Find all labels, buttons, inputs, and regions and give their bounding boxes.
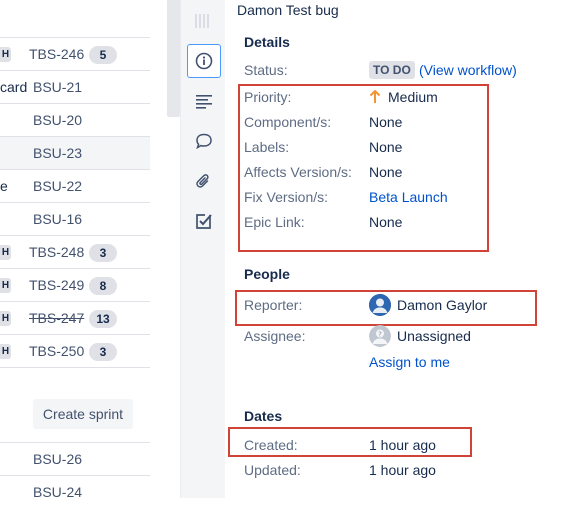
- issue-key[interactable]: BSU-22: [33, 178, 82, 194]
- backlog-row[interactable]: H TBS-249 8: [0, 268, 150, 301]
- updated-value: 1 hour ago: [369, 462, 436, 478]
- backlog-row[interactable]: BSU-26: [0, 442, 150, 475]
- backlog-row[interactable]: e BSU-22: [0, 169, 150, 202]
- issue-key[interactable]: TBS-249: [29, 277, 84, 293]
- backlog-row[interactable]: H TBS-246 5: [0, 37, 150, 70]
- updated-label: Updated:: [244, 462, 301, 478]
- backlog-row[interactable]: BSU-16: [0, 202, 150, 235]
- issue-title[interactable]: Damon Test bug: [237, 2, 339, 18]
- row-summary: card: [0, 79, 28, 95]
- unassigned-avatar: ?: [369, 325, 391, 347]
- attachments-tab-button[interactable]: [187, 164, 221, 198]
- backlog-panel: H TBS-246 5 card BSU-21 BSU-20 BSU-23 e BSU-22 BS…: [0, 0, 150, 500]
- issue-key[interactable]: TBS-247: [29, 310, 84, 326]
- issue-key[interactable]: BSU-21: [33, 79, 82, 95]
- backlog-row[interactable]: BSU-23: [0, 136, 150, 169]
- story-points-badge: 8: [89, 277, 117, 295]
- info-tab-button[interactable]: [187, 44, 221, 78]
- backlog-row[interactable]: BSU-24: [0, 475, 150, 508]
- story-points-badge: 3: [89, 244, 117, 262]
- assign-to-me-link[interactable]: Assign to me: [369, 354, 450, 370]
- view-workflow-link[interactable]: (View workflow): [419, 62, 517, 78]
- highlight-box-reporter: [235, 290, 537, 326]
- unassigned-icon: ?: [369, 325, 391, 347]
- svg-text:?: ?: [378, 331, 382, 339]
- story-points-badge: 5: [89, 46, 117, 64]
- epic-tag: H: [0, 311, 11, 326]
- dates-heading: Dates: [244, 408, 283, 424]
- issue-key[interactable]: BSU-16: [33, 211, 82, 227]
- description-tab-button[interactable]: [187, 84, 221, 118]
- description-icon: [196, 95, 212, 109]
- assignee-label: Assignee:: [244, 328, 306, 344]
- assignee-value[interactable]: Unassigned: [397, 328, 471, 344]
- create-sprint-button[interactable]: Create sprint: [33, 399, 133, 429]
- subtasks-tab-button[interactable]: [187, 204, 221, 238]
- backlog-row[interactable]: H TBS-248 3: [0, 235, 150, 268]
- issue-key[interactable]: BSU-20: [33, 112, 82, 128]
- people-heading: People: [244, 266, 290, 282]
- backlog-row[interactable]: BSU-20: [0, 103, 150, 136]
- issue-key[interactable]: TBS-246: [29, 46, 84, 62]
- status-lozenge[interactable]: TO DO: [369, 61, 415, 79]
- backlog-row[interactable]: H TBS-247 13: [0, 301, 150, 334]
- highlight-box-created: [228, 427, 472, 457]
- backlog-row[interactable]: H TBS-250 3: [0, 334, 150, 367]
- issue-key[interactable]: TBS-250: [29, 343, 84, 359]
- issue-key[interactable]: BSU-23: [33, 145, 82, 161]
- attachment-icon: [196, 174, 209, 188]
- backlog-row[interactable]: card BSU-21: [0, 70, 150, 103]
- row-summary: e: [0, 178, 8, 194]
- comment-icon: [196, 133, 212, 150]
- story-points-badge: 3: [89, 343, 117, 361]
- grip-icon[interactable]: [194, 14, 210, 28]
- story-points-badge: 13: [89, 310, 117, 328]
- highlight-box-details: [238, 84, 489, 252]
- issue-key[interactable]: BSU-26: [33, 451, 82, 467]
- epic-tag: H: [0, 47, 11, 62]
- status-label: Status:: [244, 62, 288, 78]
- checklist-icon: [196, 214, 212, 229]
- issue-key[interactable]: TBS-248: [29, 244, 84, 260]
- details-heading: Details: [244, 34, 290, 50]
- epic-tag: H: [0, 245, 11, 260]
- info-icon: [195, 52, 213, 70]
- comments-tab-button[interactable]: [187, 124, 221, 158]
- epic-tag: H: [0, 344, 11, 359]
- scrollbar[interactable]: [167, 0, 180, 117]
- panel-gap: [150, 0, 166, 498]
- row-divider: [0, 367, 150, 368]
- epic-tag: H: [0, 278, 11, 293]
